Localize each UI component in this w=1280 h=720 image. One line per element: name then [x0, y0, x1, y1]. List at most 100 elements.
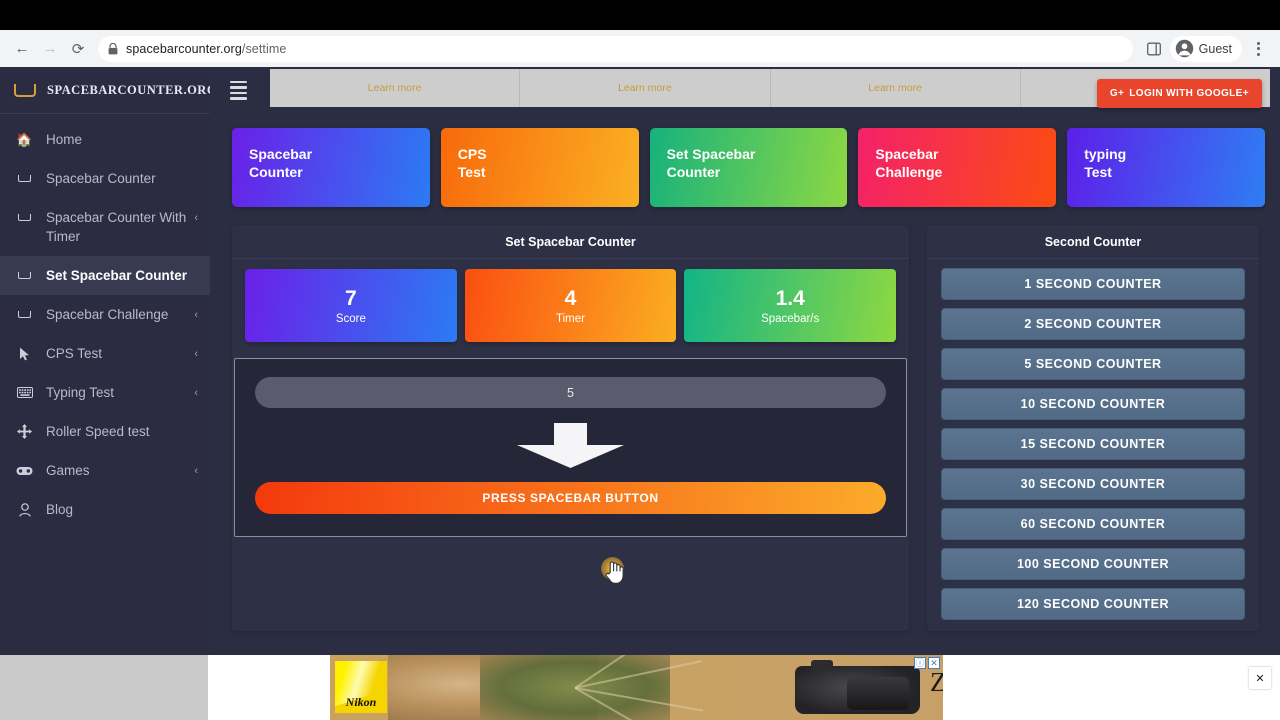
sidebar-item-label: Spacebar Counter — [46, 171, 156, 186]
ad-slot[interactable]: Learn more — [771, 69, 1021, 107]
nav-card-row: Spacebar Counter CPS Test Set Spacebar C… — [232, 128, 1265, 207]
hamburger-menu-icon[interactable] — [230, 81, 247, 100]
nav-card-line1: typing — [1084, 146, 1127, 162]
second-counter-label: 100 SECOND COUNTER — [1016, 557, 1170, 571]
sidebar-item-label: CPS Test — [46, 346, 103, 361]
three-dot-menu-icon[interactable] — [1244, 35, 1272, 63]
stat-label: Timer — [556, 312, 585, 325]
second-counter-button[interactable]: 2 SECOND COUNTER — [941, 308, 1245, 340]
second-counter-button[interactable]: 10 SECOND COUNTER — [941, 388, 1245, 420]
sidebar-item-label: Games — [46, 463, 90, 478]
google-login-button[interactable]: G+ LOGIN WITH GOOGLE+ — [1096, 79, 1262, 108]
second-counter-panel: Second Counter 1 SECOND COUNTER 2 SECOND… — [927, 225, 1259, 631]
bottom-banner-ad[interactable]: Nikon Z 6Ⅱ TRUE MULTIMEDIA POWERHOUSE KN… — [330, 655, 943, 720]
second-counter-label: 60 SECOND COUNTER — [1020, 517, 1166, 531]
second-counter-label: 15 SECOND COUNTER — [1020, 437, 1166, 451]
stat-value: 4 — [564, 286, 577, 310]
nav-card-line1: Set Spacebar — [666, 146, 756, 162]
press-spacebar-button[interactable]: PRESS SPACEBAR BUTTON — [255, 482, 886, 514]
second-counter-button[interactable]: 60 SECOND COUNTER — [941, 508, 1245, 540]
close-icon: ✕ — [1255, 672, 1265, 685]
url-path: /settime — [241, 41, 287, 56]
sidebar-item-spacebar-counter-with-timer[interactable]: Spacebar Counter With Timer ‹ — [0, 198, 210, 256]
panel-title: Second Counter — [927, 225, 1259, 259]
nav-card-line2: Test — [457, 164, 486, 180]
site-brand[interactable]: SPACEBARCOUNTER.ORG — [0, 67, 210, 114]
camera-image — [795, 660, 920, 714]
browser-toolbar: ← → ⟳ spacebarcounter.org/settime Guest — [0, 30, 1280, 67]
floating-ad-close-button[interactable]: ✕ — [1249, 667, 1271, 689]
nikon-logo: Nikon — [335, 661, 387, 713]
second-counter-button[interactable]: 1 SECOND COUNTER — [941, 268, 1245, 300]
sidebar-item-spacebar-counter[interactable]: Spacebar Counter — [0, 159, 210, 198]
forward-arrow-icon[interactable]: → — [36, 35, 64, 63]
chevron-left-icon: ‹ — [194, 387, 198, 399]
nav-card-set-spacebar-counter[interactable]: Set Spacebar Counter — [649, 128, 848, 207]
stat-label: Score — [335, 312, 366, 325]
second-counter-label: 10 SECOND COUNTER — [1020, 397, 1166, 411]
nav-card-typing-test[interactable]: typing Test — [1067, 128, 1265, 207]
ad-info-icon[interactable]: ⓘ — [914, 657, 926, 669]
spacebar-key-icon — [16, 208, 33, 227]
press-spacebar-label: PRESS SPACEBAR BUTTON — [482, 491, 659, 505]
google-plus-icon: G+ — [1109, 88, 1125, 99]
nav-card-line1: Spacebar — [875, 146, 939, 162]
count-input-field[interactable]: 5 — [255, 377, 886, 408]
panel-row: Set Spacebar Counter 7 Score 4 Timer 1.4 — [232, 225, 1265, 631]
count-input-value: 5 — [567, 385, 574, 400]
stat-row: 7 Score 4 Timer 1.4 Spacebar/s — [232, 259, 909, 352]
second-counter-button[interactable]: 30 SECOND COUNTER — [941, 468, 1245, 500]
sidebar-item-cps-test[interactable]: CPS Test ‹ — [0, 334, 210, 373]
back-arrow-icon[interactable]: ← — [8, 35, 36, 63]
second-counter-button[interactable]: 5 SECOND COUNTER — [941, 348, 1245, 380]
down-arrow-icon — [255, 423, 886, 468]
sidebar-item-set-spacebar-counter[interactable]: Set Spacebar Counter — [0, 256, 210, 295]
sidebar-item-home[interactable]: 🏠 Home — [0, 120, 210, 159]
play-area: 5 PRESS SPACEBAR BUTTON — [234, 358, 907, 537]
mouse-cursor-icon — [16, 344, 33, 363]
ad-slot[interactable]: Learn more — [270, 69, 521, 107]
brand-label: SPACEBARCOUNTER.ORG — [47, 82, 210, 97]
second-counter-button[interactable]: 100 SECOND COUNTER — [941, 548, 1245, 580]
side-panel-icon[interactable] — [1140, 35, 1168, 63]
person-icon — [16, 500, 33, 519]
sidebar-item-label: Spacebar Counter With Timer — [46, 210, 187, 244]
reload-icon[interactable]: ⟳ — [64, 35, 92, 63]
stat-score: 7 Score — [245, 269, 457, 342]
sidebar-item-blog[interactable]: Blog — [0, 490, 210, 529]
sidebar-item-typing-test[interactable]: Typing Test ‹ — [0, 373, 210, 412]
panel-title: Set Spacebar Counter — [232, 225, 909, 259]
second-counter-button[interactable]: 120 SECOND COUNTER — [941, 588, 1245, 620]
nav-card-line2: Test — [1084, 164, 1112, 180]
spacebar-key-icon — [16, 266, 33, 285]
stat-label: Spacebar/s — [761, 312, 820, 325]
ad-slot-label: Learn more — [868, 82, 922, 94]
sidebar-item-label: Blog — [46, 502, 74, 517]
sidebar-item-spacebar-challenge[interactable]: Spacebar Challenge ‹ — [0, 295, 210, 334]
nav-card-line2: Counter — [666, 164, 721, 180]
spacebar-key-icon — [16, 305, 33, 324]
nav-card-cps-test[interactable]: CPS Test — [440, 128, 639, 207]
sidebar-item-label: Home — [46, 132, 83, 147]
ad-slot[interactable]: Learn more — [520, 69, 771, 107]
profile-chip[interactable]: Guest — [1169, 35, 1242, 62]
url-text: spacebarcounter.org/settime — [126, 42, 286, 56]
sidebar-item-roller-speed-test[interactable]: Roller Speed test — [0, 412, 210, 451]
nav-card-spacebar-counter[interactable]: Spacebar Counter — [232, 128, 430, 207]
nav-card-line1: Spacebar — [249, 146, 313, 162]
ad-badge-group: ⓘ ✕ — [914, 657, 940, 669]
second-counter-label: 5 SECOND COUNTER — [1024, 357, 1162, 371]
spacebar-key-icon — [16, 169, 33, 188]
address-bar[interactable]: spacebarcounter.org/settime — [98, 35, 1133, 62]
account-circle-icon — [1175, 39, 1193, 58]
sidebar-item-games[interactable]: Games ‹ — [0, 451, 210, 490]
toolbar-right-group: Guest — [1140, 35, 1272, 63]
nikon-logo-label: Nikon — [345, 695, 377, 709]
nav-card-spacebar-challenge[interactable]: Spacebar Challenge — [858, 128, 1057, 207]
spacebar-key-icon — [14, 83, 36, 97]
main-content: Spacebar Counter CPS Test Set Spacebar C… — [210, 114, 1280, 655]
gamepad-icon — [16, 461, 33, 480]
second-counter-button[interactable]: 15 SECOND COUNTER — [941, 428, 1245, 460]
ad-close-icon[interactable]: ✕ — [928, 657, 940, 669]
chevron-left-icon: ‹ — [194, 465, 198, 477]
